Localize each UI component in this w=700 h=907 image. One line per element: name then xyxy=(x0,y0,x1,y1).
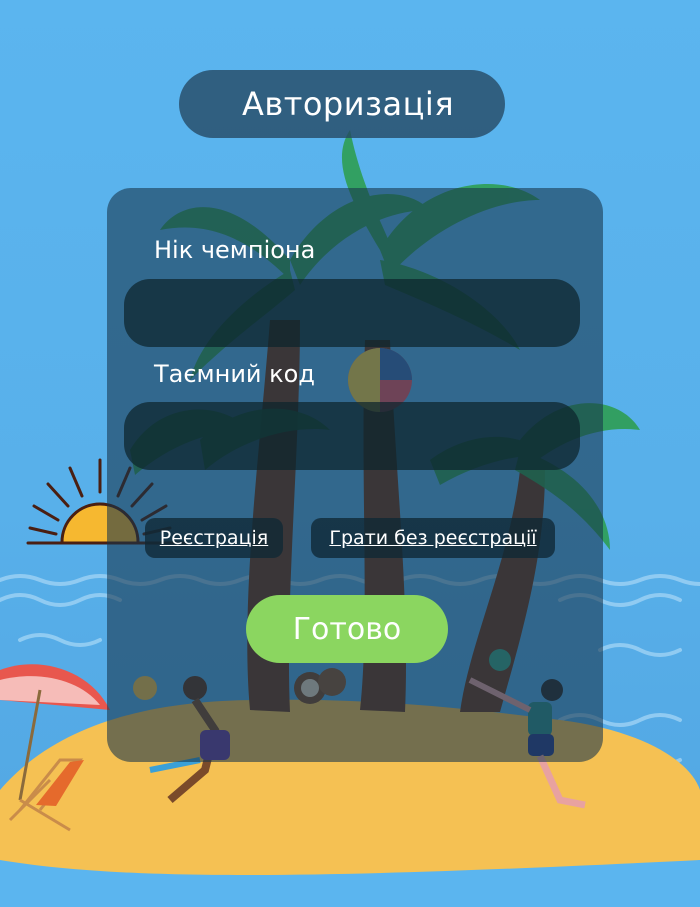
password-label: Таємний код xyxy=(154,360,315,388)
page-title-text: Авторизація xyxy=(241,85,455,123)
login-panel xyxy=(107,188,603,762)
nickname-input[interactable] xyxy=(124,279,580,347)
password-input[interactable] xyxy=(124,402,580,470)
play-without-registration-link[interactable]: Грати без реєстрації xyxy=(311,518,555,558)
submit-button-label: Готово xyxy=(292,611,402,647)
play-without-registration-label: Грати без реєстрації xyxy=(329,527,537,549)
page-title: Авторизація xyxy=(179,70,505,138)
register-link[interactable]: Реєстрація xyxy=(145,518,283,558)
submit-button[interactable]: Готово xyxy=(246,595,448,663)
nickname-label: Нік чемпіона xyxy=(154,236,316,264)
register-link-label: Реєстрація xyxy=(159,527,269,549)
